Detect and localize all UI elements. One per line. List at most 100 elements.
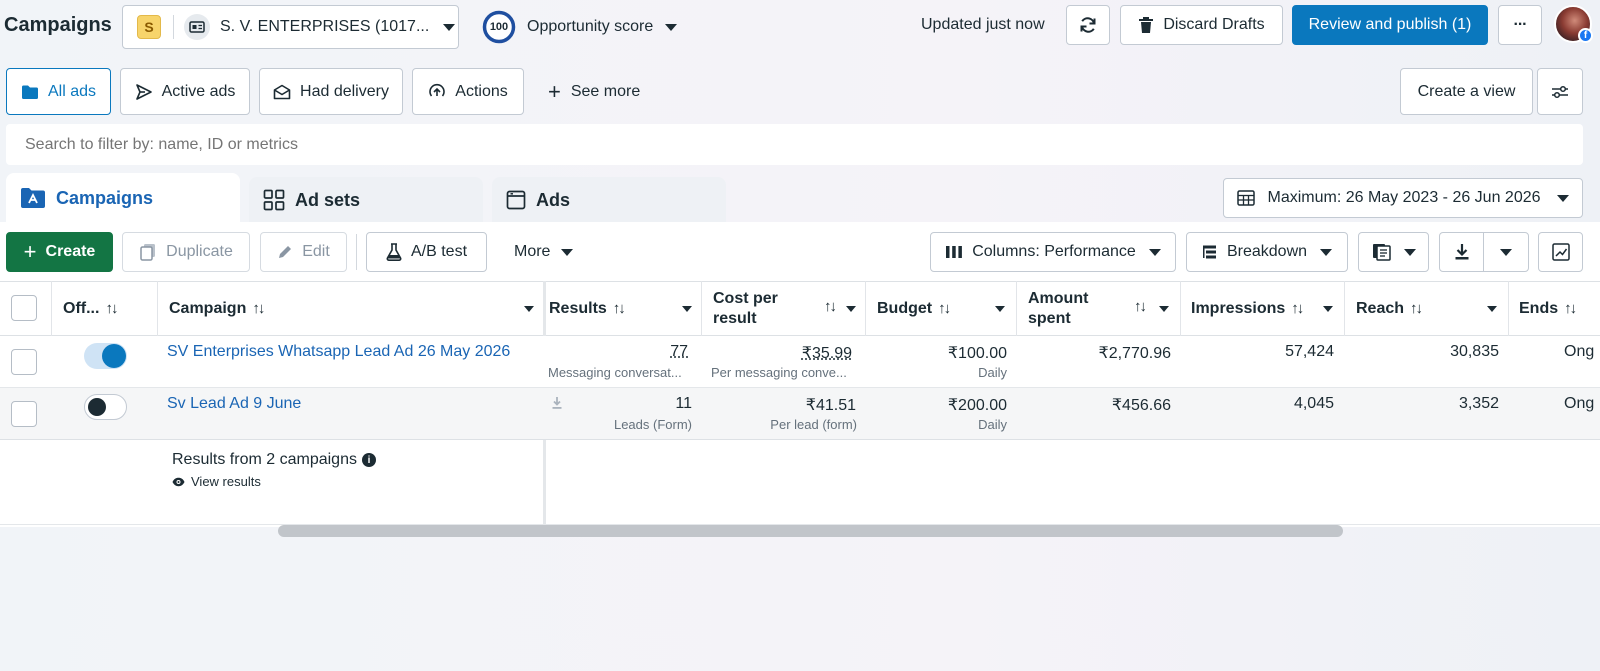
chart-view-button[interactable] [1538,232,1583,272]
account-selector[interactable]: S S. V. ENTERPRISES (1017... [122,5,459,49]
campaign-name-link[interactable]: Sv Lead Ad 9 June [167,395,301,413]
edit-button[interactable]: Edit [260,232,347,272]
row-checkbox[interactable] [11,349,37,375]
column-header-budget[interactable]: Budget ↑↓ [877,281,951,336]
discard-drafts-button[interactable]: Discard Drafts [1120,5,1283,45]
column-header-campaign[interactable]: Campaign ↑↓ [169,281,265,336]
view-settings-button[interactable] [1537,68,1583,115]
score-label: Opportunity score [527,18,654,35]
plus-icon: + [23,239,37,264]
chevron-down-icon[interactable] [995,306,1005,312]
export-button[interactable] [1439,232,1529,272]
refresh-button[interactable] [1066,5,1110,45]
chevron-down-icon [665,23,678,31]
view-results-link[interactable]: View results [172,474,261,489]
tab-campaigns[interactable]: Campaigns [6,173,240,223]
column-header-impressions[interactable]: Impressions ↑↓ [1191,281,1304,336]
more-options-button[interactable]: ··· [1498,5,1542,45]
cost-per-result-value[interactable]: ₹35.99 [760,343,852,363]
sliders-icon [1551,84,1569,100]
columns-dropdown[interactable]: Columns: Performance [930,232,1176,272]
column-label: Ends [1519,299,1559,317]
select-all-checkbox[interactable] [11,295,37,321]
col-divider [51,281,52,336]
row-checkbox[interactable] [11,401,37,427]
breakdown-dropdown[interactable]: Breakdown [1186,232,1348,272]
toolbar-divider [356,234,357,270]
column-label: Campaign [169,299,247,317]
sort-icon: ↑↓ [1410,300,1423,317]
breakdown-label: Breakdown [1226,243,1308,260]
chevron-down-icon [443,23,456,31]
opportunity-score[interactable]: 100 Opportunity score [482,8,678,46]
search-input[interactable] [6,124,1583,165]
more-dropdown[interactable]: More [514,240,574,264]
col-divider [701,281,702,336]
reach-value: 30,835 [1450,343,1499,360]
chevron-down-icon [1484,233,1528,271]
column-header-ends[interactable]: Ends ↑↓ [1519,281,1577,336]
divider [173,15,174,39]
results-value[interactable]: 11 [610,395,692,413]
toggle-knob [88,398,106,416]
chevron-down-icon [1556,194,1569,202]
chevron-down-icon[interactable] [846,306,856,312]
column-header-results[interactable]: Results ↑↓ [549,281,626,336]
see-more-button[interactable]: + See more [548,78,640,106]
amount-spent-value: ₹2,770.96 [1098,345,1171,362]
cost-per-result-value[interactable]: ₹41.51 [760,395,856,415]
review-publish-button[interactable]: Review and publish (1) [1292,5,1488,45]
chevron-down-icon [1403,248,1416,256]
column-header-amount-spent[interactable]: Amount spent [1028,281,1108,336]
budget-type: Daily [978,417,1007,432]
col-divider [865,281,866,336]
trash-icon [1138,16,1154,34]
sort-icon: ↑↓ [612,300,626,317]
column-header-reach[interactable]: Reach ↑↓ [1356,281,1423,336]
view-active-ads[interactable]: Active ads [120,68,250,115]
create-view-button[interactable]: Create a view [1400,68,1533,115]
discard-label: Discard Drafts [1163,16,1265,33]
tab-ad-sets[interactable]: Ad sets [249,177,483,223]
view-label: Active ads [161,82,236,100]
chevron-down-icon[interactable] [1323,306,1333,312]
edit-label: Edit [302,243,330,260]
column-header-off[interactable]: Off... ↑↓ [63,281,118,336]
info-icon[interactable]: i [361,453,376,467]
delivery-toggle-on[interactable] [84,343,127,369]
column-header-cost-per-result[interactable]: Cost per result [713,281,803,336]
reports-icon [1372,243,1392,261]
delivery-toggle-off[interactable] [84,394,127,420]
sort-icon[interactable]: ↑↓ [824,298,837,315]
impressions-value: 57,424 [1285,343,1334,360]
horizontal-scrollbar[interactable] [278,525,1343,537]
chevron-down-icon[interactable] [1159,306,1169,312]
date-range-picker[interactable]: Maximum: 26 May 2023 - 26 Jun 2026 [1223,178,1583,218]
sort-icon[interactable]: ↑↓ [1134,298,1147,315]
view-actions[interactable]: Actions [412,68,524,115]
reports-dropdown[interactable] [1358,232,1429,272]
view-all-ads[interactable]: All ads [6,68,111,115]
tab-ads[interactable]: Ads [492,177,726,223]
campaign-name-link[interactable]: SV Enterprises Whatsapp Lead Ad 26 May 2… [167,343,510,361]
view-label: Had delivery [300,82,389,100]
ends-value: Ong [1564,343,1595,360]
campaigns-table: Off... ↑↓ Campaign ↑↓ Results ↑↓ Cost per r… [0,281,1600,527]
chevron-down-icon[interactable] [682,306,692,312]
chevron-down-icon[interactable] [524,306,534,312]
columns-label: Columns: Performance [972,243,1136,260]
view-had-delivery[interactable]: Had delivery [259,68,403,115]
ab-test-button[interactable]: A/B test [366,232,487,272]
envelope-icon [273,84,291,100]
results-type: Leads (Form) [613,417,692,432]
chevron-down-icon[interactable] [1487,306,1497,312]
col-divider [1016,281,1017,336]
create-button[interactable]: + Create [6,232,113,272]
sort-icon: ↑↓ [1564,300,1577,317]
send-icon [135,83,153,101]
results-value[interactable]: 77 [610,343,688,361]
impressions-value: 4,045 [1293,395,1334,412]
duplicate-button[interactable]: Duplicate [122,232,250,272]
budget-value: ₹200.00 [947,397,1007,414]
see-more-label: See more [570,83,641,100]
